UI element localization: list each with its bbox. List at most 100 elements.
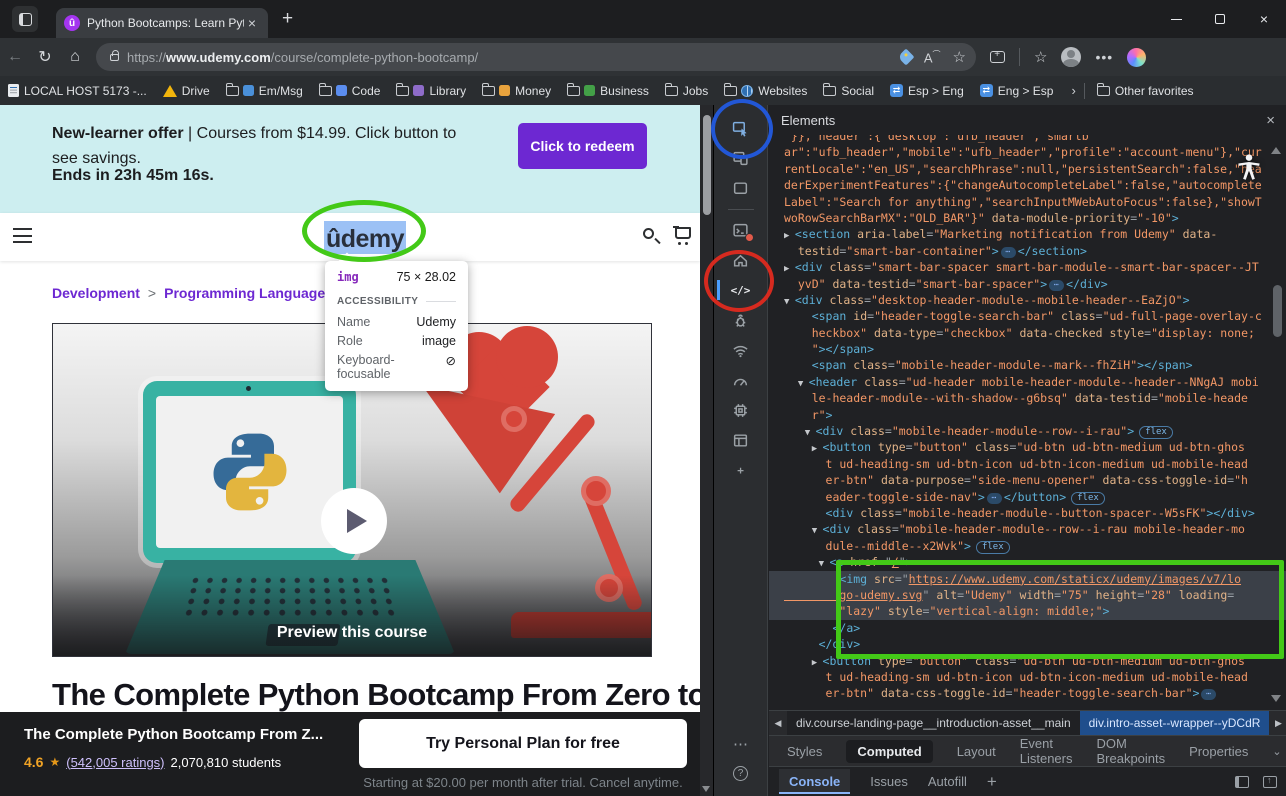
elements-tree-row[interactable]: go-udemy.svg" alt="Udemy" width="75" hei… (769, 587, 1286, 603)
elements-tree-row[interactable]: testid="smart-bar-container">⋯</section> (769, 243, 1286, 259)
window-minimize-button[interactable] (1154, 0, 1198, 38)
bookmark-item[interactable]: Library (396, 84, 466, 98)
breadcrumb-link[interactable]: Development (52, 285, 140, 301)
browser-tab[interactable]: û Python Bootcamps: Learn Python × (56, 8, 268, 38)
elements-tree-row[interactable]: ▶ <div class="smart-bar-spacer smart-bar… (769, 259, 1286, 275)
browser-essentials-icon[interactable] (990, 51, 1005, 63)
flex-badge[interactable]: flex (1139, 426, 1173, 439)
elements-tree-row[interactable]: ▼ <a href="/"> (769, 554, 1286, 570)
flex-badge[interactable]: flex (976, 541, 1010, 554)
devtools-tab-computed[interactable]: Computed (846, 740, 932, 763)
elements-tree-row[interactable]: t ud-heading-sm ud-btn-icon ud-btn-icon-… (769, 669, 1286, 685)
elements-tree-row[interactable]: </a> (769, 620, 1286, 636)
bookmark-item[interactable]: Social (823, 84, 874, 98)
elements-tree-row[interactable]: r"> (769, 407, 1286, 423)
udemy-logo[interactable]: ûdemy (324, 221, 406, 254)
expand-node-icon[interactable]: ⋯ (1049, 280, 1064, 291)
expand-node-icon[interactable]: ⋯ (1001, 247, 1016, 258)
drawer-expand-icon[interactable] (1263, 776, 1277, 788)
code-scroll-down-icon[interactable] (1271, 695, 1281, 702)
bookmark-item[interactable]: LOCAL HOST 5173 -... (8, 84, 147, 98)
window-maximize-button[interactable] (1198, 0, 1242, 38)
bookmark-item[interactable]: ⇄Eng > Esp (980, 84, 1054, 98)
drawer-add-icon[interactable]: + (987, 772, 997, 792)
more-tools-icon[interactable]: + (721, 457, 761, 484)
read-aloud-icon[interactable]: A⌒ (924, 49, 941, 65)
redeem-button[interactable]: Click to redeem (518, 123, 647, 169)
flex-badge[interactable]: flex (1071, 492, 1105, 505)
elements-tree-row[interactable]: "lazy" style="vertical-align: middle;"> (769, 603, 1286, 619)
elements-tree-row[interactable]: <div class="mobile-header-module--button… (769, 505, 1286, 521)
console-icon[interactable] (721, 217, 761, 244)
try-personal-plan-button[interactable]: Try Personal Plan for free (359, 719, 687, 768)
bookmark-item[interactable]: ⇄Esp > Eng (890, 84, 964, 98)
devtools-tab-properties[interactable]: Properties (1189, 744, 1248, 759)
elements-tree-row[interactable]: woRowSearchBarMX":"OLD_BAR"}" data-modul… (769, 210, 1286, 226)
breadcrumb-link[interactable]: Programming Language (164, 285, 325, 301)
devtools-close-icon[interactable]: × (1266, 112, 1275, 129)
network-icon[interactable] (721, 337, 761, 364)
elements-tree-row[interactable]: </div> (769, 636, 1286, 652)
elements-tree-row[interactable]: derExperimentFeatures":{"changeAutocompl… (769, 177, 1286, 193)
address-bar[interactable]: https://www.udemy.com/course/complete-py… (96, 43, 976, 71)
elements-tree-row[interactable]: "}},"header":{"desktop":"ufb_header","sm… (769, 135, 1286, 144)
elements-tree-row[interactable]: eader-toggle-side-nav">⋯</button>flex (769, 489, 1286, 505)
home-icon[interactable] (721, 247, 761, 274)
cart-icon[interactable] (675, 227, 691, 239)
refresh-icon[interactable]: ↻ (30, 47, 60, 67)
elements-tree-row[interactable]: <img src="https://www.udemy.com/staticx/… (769, 571, 1286, 587)
dom-breadcrumb-item[interactable]: div.intro-asset--wrapper--yDCdR (1080, 711, 1270, 735)
bookmark-item[interactable]: Code (319, 84, 381, 98)
code-scroll-up-icon[interactable] (1271, 147, 1281, 154)
elements-tree-row[interactable]: ▼ <div class="mobile-header-module--row-… (769, 423, 1286, 439)
elements-tree-row[interactable]: t ud-heading-sm ud-btn-icon ud-btn-icon-… (769, 456, 1286, 472)
bookmark-item[interactable]: Drive (163, 84, 210, 98)
device-emulation-icon[interactable] (721, 145, 761, 172)
back-icon[interactable]: ← (0, 48, 30, 66)
devtools-tab-layout[interactable]: Layout (957, 744, 996, 759)
ratings-link[interactable]: (542,005 ratings) (66, 755, 164, 770)
tab-close-icon[interactable]: × (244, 15, 260, 31)
elements-tree-row[interactable]: yvD" data-testid="smart-bar-spacer">⋯</d… (769, 276, 1286, 292)
more-icon[interactable]: ⋯ (721, 730, 761, 757)
debugger-icon[interactable] (721, 307, 761, 334)
elements-tree-row[interactable]: ar":"ufb_header","mobile":"ufb_header","… (769, 144, 1286, 160)
console-sidebar-icon[interactable] (1235, 776, 1249, 788)
devtools-tab-styles[interactable]: Styles (787, 744, 822, 759)
menu-icon[interactable] (13, 228, 32, 243)
crumb-scroll-right[interactable]: ▶ (1269, 711, 1286, 735)
elements-tree-row[interactable]: ▶ <button type="button" class="ud-btn ud… (769, 439, 1286, 455)
elements-tree-row[interactable]: ▶ <button type="button" class="ud-btn ud… (769, 653, 1286, 669)
drawer-tab-console[interactable]: Console (779, 769, 850, 794)
preview-course-label[interactable]: Preview this course (53, 624, 651, 642)
copilot-icon[interactable] (1127, 48, 1146, 67)
elements-icon[interactable]: </> (721, 277, 761, 304)
play-button[interactable] (321, 488, 387, 554)
elements-tree-row[interactable]: Label":"Search for anything","searchInpu… (769, 194, 1286, 210)
performance-icon[interactable] (721, 367, 761, 394)
elements-tree-row[interactable]: heckbox" data-type="checkbox" data-check… (769, 325, 1286, 341)
profile-avatar[interactable] (1061, 47, 1081, 67)
elements-tree-row[interactable]: rentLocale":"en_US","searchPhrase":null,… (769, 161, 1286, 177)
elements-tree-row[interactable]: er-btn" data-css-toggle-id="header-toggl… (769, 685, 1286, 701)
home-icon[interactable]: ⌂ (60, 48, 90, 66)
tab-actions-button[interactable] (12, 6, 38, 32)
elements-tree-row[interactable]: ▼ <div class="desktop-header-module--mob… (769, 292, 1286, 308)
elements-tree-row[interactable]: er-btn" data-purpose="side-menu-opener" … (769, 472, 1286, 488)
elements-tree-row[interactable]: le-header-module--with-shadow--g6bsq" da… (769, 390, 1286, 406)
favorites-bar-icon[interactable]: ☆ (1034, 48, 1047, 66)
url-text[interactable]: https://www.udemy.com/course/complete-py… (127, 50, 888, 65)
bookmark-item[interactable]: Websites (724, 84, 807, 98)
drawer-tab-autofill[interactable]: Autofill (928, 774, 967, 789)
code-scrollbar-thumb[interactable] (1273, 285, 1282, 337)
devtools-tab-event-listeners[interactable]: Event Listeners (1020, 736, 1073, 766)
drawer-tab-issues[interactable]: Issues (870, 774, 908, 789)
page-scroll-down-icon[interactable] (702, 786, 710, 792)
search-icon[interactable] (643, 228, 654, 239)
memory-icon[interactable] (721, 397, 761, 424)
elements-tree-row[interactable]: <span id="header-toggle-search-bar" clas… (769, 308, 1286, 324)
help-icon[interactable]: ? (721, 760, 761, 787)
settings-menu-icon[interactable]: ••• (1095, 49, 1113, 65)
elements-tree-row[interactable]: ▶ <section aria-label="Marketing notific… (769, 226, 1286, 242)
shopping-tag-icon[interactable] (897, 49, 914, 66)
